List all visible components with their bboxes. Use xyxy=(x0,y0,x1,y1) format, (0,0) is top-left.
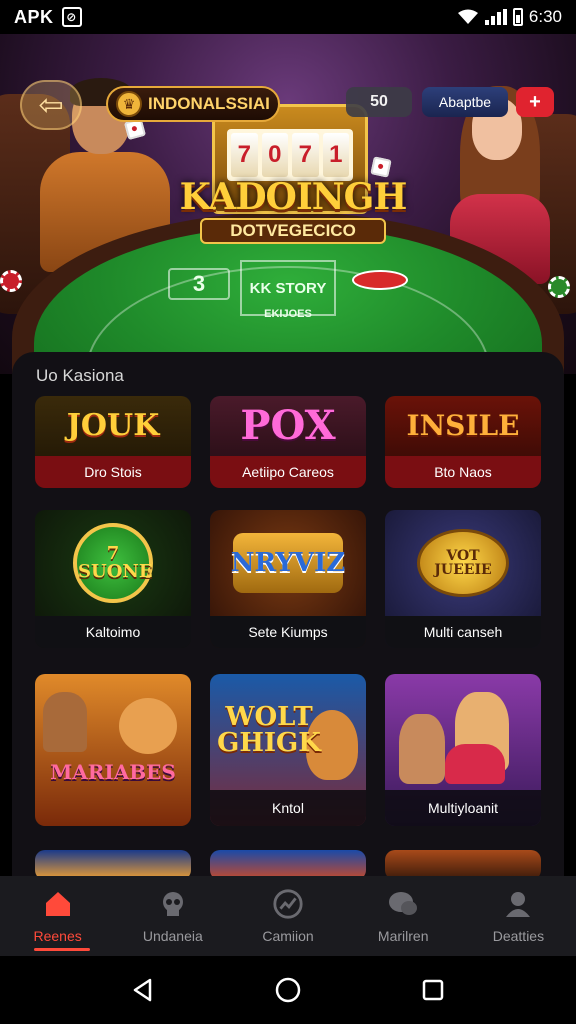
game-card[interactable]: WOLT GHIGK Kntol xyxy=(210,674,366,826)
nav-item-home[interactable]: Reenes xyxy=(0,876,115,956)
nav-label: Deatties xyxy=(492,928,545,944)
game-label: Multi canseh xyxy=(385,616,541,648)
back-button[interactable]: ⇦ xyxy=(20,80,82,130)
hero-subtitle: DOTVEGECICO xyxy=(200,218,386,244)
apk-icon: ⊘ xyxy=(61,7,82,27)
reel-2: 0 xyxy=(261,133,288,177)
wifi-icon xyxy=(457,9,478,24)
back-triangle-icon[interactable] xyxy=(123,970,163,1010)
account-button[interactable]: Abaptbe xyxy=(422,87,508,117)
reel-4: 1 xyxy=(322,133,349,177)
game-label: Aetiipo Careos xyxy=(210,456,366,488)
game-art: WOLT GHIGK xyxy=(210,674,366,790)
games-heading: Uo Kasiona xyxy=(36,366,124,385)
game-card[interactable]: NRYVIZ Sete Kiumps xyxy=(210,510,366,648)
active-tab-indicator xyxy=(34,948,90,951)
game-card[interactable]: MARIABES xyxy=(35,674,191,826)
game-art: MARIABES xyxy=(35,674,191,790)
game-label xyxy=(35,790,191,826)
chip-red-decor xyxy=(352,270,408,290)
game-art: INSILE xyxy=(406,409,520,442)
status-left: APK ⊘ xyxy=(14,7,82,28)
game-label: Kntol xyxy=(210,790,366,826)
game-card[interactable]: VOT JUEEIE Multi canseh xyxy=(385,510,541,648)
chart-icon xyxy=(272,888,304,920)
game-label: Dro Stois xyxy=(35,456,191,488)
clock: 6:30 xyxy=(528,7,562,26)
game-label: Sete Kiumps xyxy=(210,616,366,648)
brand-badge: ♛ INDONALSSIAI xyxy=(106,86,280,122)
chat-icon xyxy=(387,888,419,920)
reel-3: 7 xyxy=(292,133,319,177)
game-art xyxy=(385,674,541,790)
hero-title: KADOINGH xyxy=(179,176,408,218)
game-card[interactable]: POX Aetiipo Careos xyxy=(210,396,366,488)
reel-1: 7 xyxy=(231,133,258,177)
nav-label: Undaneia xyxy=(142,928,203,944)
game-art: POX xyxy=(240,402,336,449)
nav-item-deatties[interactable]: Deatties xyxy=(461,876,576,956)
brand-logo-icon: ♛ xyxy=(116,91,142,117)
game-label: Kaltoimo xyxy=(35,616,191,648)
nav-item-undaneia[interactable]: Undaneia xyxy=(115,876,230,956)
bottom-nav: Reenes Undaneia Camiion Marilren Deattie… xyxy=(0,876,576,956)
brand-name: INDONALSSIAI xyxy=(148,94,270,113)
game-card[interactable]: INSILE Bto Naos xyxy=(385,396,541,488)
nav-item-camiion[interactable]: Camiion xyxy=(230,876,345,956)
game-label: Bto Naos xyxy=(385,456,541,488)
dice-icon xyxy=(370,156,392,178)
game-art: VOT JUEEIE xyxy=(385,510,541,616)
nav-item-marilren[interactable]: Marilren xyxy=(346,876,461,956)
status-bar: APK ⊘ 6:30 xyxy=(0,0,576,34)
skull-icon xyxy=(157,888,189,920)
carrier-label: APK xyxy=(14,6,54,27)
game-label: Multiyloanit xyxy=(385,790,541,826)
status-right: 6:30 xyxy=(457,7,562,27)
recents-square-icon[interactable] xyxy=(413,970,453,1010)
home-icon xyxy=(42,888,74,920)
gift-button[interactable]: + xyxy=(516,87,554,117)
signal-icon xyxy=(484,9,507,25)
game-card[interactable]: 7 SUONE Kaltoimo xyxy=(35,510,191,648)
game-card[interactable]: JOUK Dro Stois xyxy=(35,396,191,488)
game-art: 7 SUONE xyxy=(35,510,191,616)
balance-display[interactable]: 50 xyxy=(346,87,412,117)
game-card[interactable]: Multiyloanit xyxy=(385,674,541,826)
home-circle-icon[interactable] xyxy=(268,970,308,1010)
nav-label: Reenes xyxy=(33,928,82,944)
system-nav-bar xyxy=(0,956,576,1024)
nav-label: Camiion xyxy=(262,928,314,944)
hero-banner: 3 KK STORY EKIJOES 7 0 7 1 KADOINGH DOTV… xyxy=(0,34,576,374)
chip-decor xyxy=(548,276,570,298)
person-icon xyxy=(502,888,534,920)
battery-icon xyxy=(512,8,523,26)
game-art: NRYVIZ xyxy=(210,510,366,616)
felt-bottom-marker: EKIJOES xyxy=(264,308,312,320)
felt-left-marker: 3 xyxy=(168,268,230,300)
nav-label: Marilren xyxy=(377,928,429,944)
chip-decor xyxy=(0,270,22,292)
game-art: JOUK xyxy=(66,408,160,443)
